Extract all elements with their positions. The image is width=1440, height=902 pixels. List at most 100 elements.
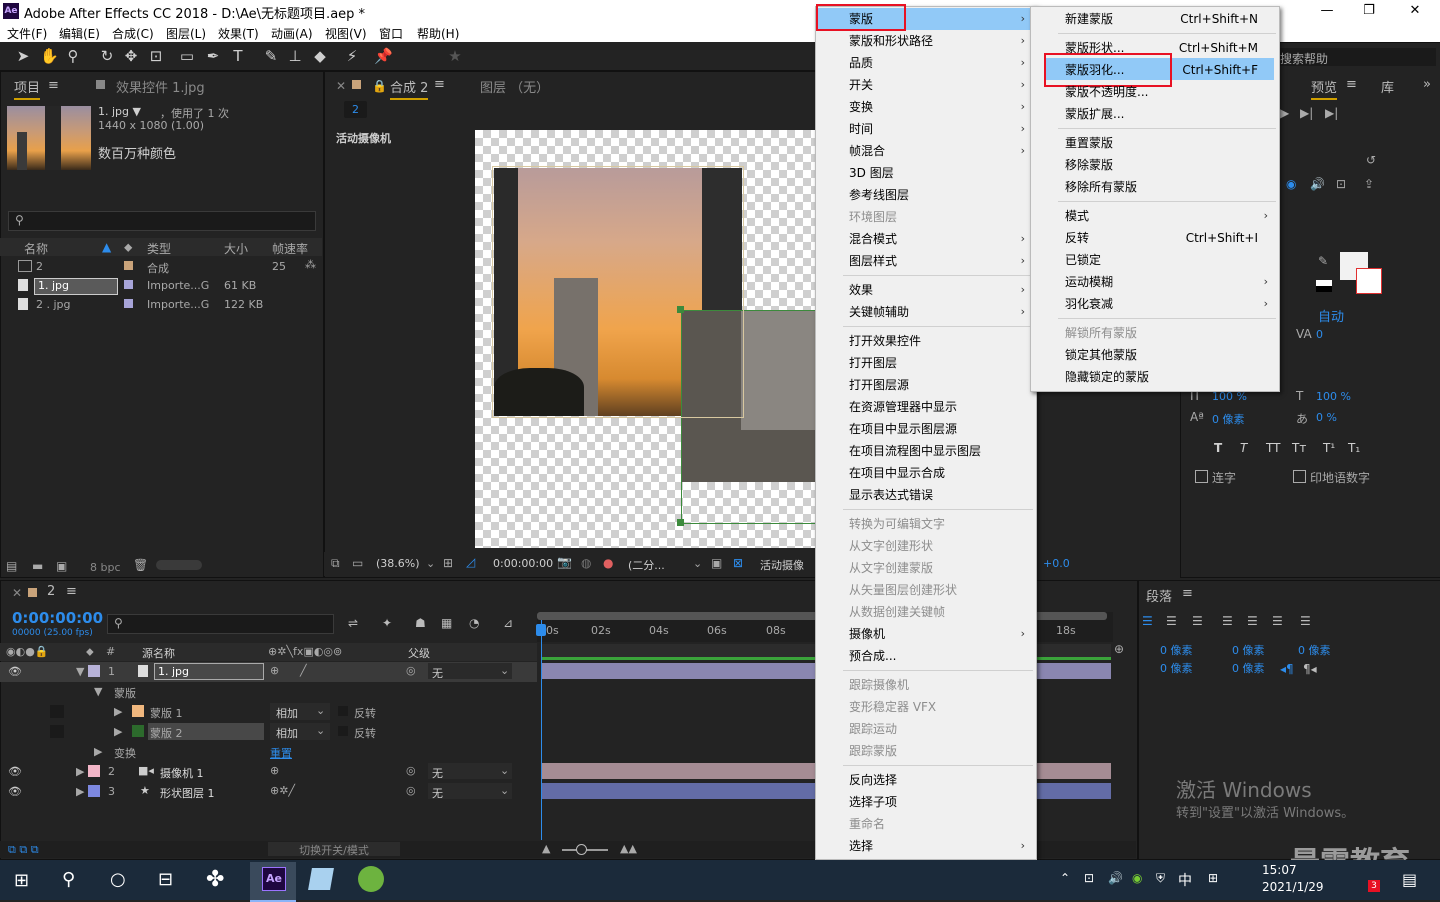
audio-toggle-icon[interactable]: 🔊 [1310, 177, 1325, 191]
timeline-search-input[interactable]: ⚲ [107, 614, 334, 634]
eyedropper-icon[interactable]: ✎ [1318, 254, 1328, 268]
last-frame-icon[interactable]: ▶| [1325, 106, 1338, 120]
expand-icon[interactable]: ▶ [76, 765, 84, 778]
chevron-down-icon[interactable]: ⌄ [426, 557, 435, 570]
project-tab[interactable]: 项目 [14, 77, 41, 100]
justify-center-icon[interactable]: ☰ [1247, 614, 1258, 628]
tab-menu-icon[interactable]: ≡ [1182, 586, 1193, 601]
context-menu-item[interactable]: 变换 [849, 96, 873, 118]
pickwhip-icon[interactable]: ◎ [406, 784, 416, 797]
chevron-down-icon[interactable]: ⌄ [316, 704, 325, 717]
playhead[interactable] [541, 620, 542, 840]
maximize-button[interactable]: ❐ [1346, 0, 1392, 22]
show-channel-icon[interactable]: ◍ [581, 556, 591, 570]
context-menu-item[interactable]: 开关 [849, 74, 873, 96]
play-icon[interactable]: ▶ [1280, 106, 1289, 120]
context-menu-item[interactable]: 在资源管理器中显示 [849, 396, 957, 418]
comp-tab[interactable]: 合成 2 [390, 77, 429, 100]
zoom-dropdown[interactable]: (38.6%) [376, 557, 420, 570]
lock-toggle[interactable] [50, 705, 64, 718]
clone-stamp-tool-icon[interactable]: ⊥ [286, 47, 304, 65]
layer-row[interactable]: 👁 ▶ 3 ★ 形状图层 1 ⊕✲╱ ◎ 无 ⌄ [0, 782, 537, 802]
submenu-item[interactable]: 新建蒙版 [1065, 8, 1113, 30]
collapse-icon[interactable]: ▼ [76, 665, 84, 678]
text-tool-icon[interactable]: T [229, 47, 247, 65]
pan-behind-tool-icon[interactable]: ⊡ [147, 47, 165, 65]
baseline-shift-value[interactable]: 0 像素 [1212, 411, 1245, 427]
mask-visibility-icon[interactable]: ◿ [466, 555, 475, 569]
pen-tool-icon[interactable]: ✒ [204, 47, 222, 65]
security-icon[interactable]: ⛨ [1156, 871, 1165, 886]
space-before[interactable]: 0 像素 [1232, 642, 1265, 658]
close-button[interactable]: ✕ [1392, 0, 1438, 22]
menu-edit[interactable]: 编辑(E) [59, 25, 100, 42]
submenu-item[interactable]: 蒙版羽化... [1065, 59, 1124, 81]
minimize-button[interactable]: — [1304, 0, 1350, 22]
item-name[interactable]: 1. jpg ▼ [98, 105, 141, 118]
mask-vertex-handle[interactable] [677, 306, 684, 313]
context-menu-item[interactable]: 品质 [849, 52, 873, 74]
space-after[interactable]: 0 像素 [1232, 660, 1265, 676]
timeline-tab[interactable]: 2 [47, 584, 55, 599]
menu-layer[interactable]: 图层(L) [166, 25, 206, 42]
context-menu-item[interactable]: 时间 [849, 118, 873, 140]
faux-bold-icon[interactable]: T [1214, 441, 1222, 455]
submenu-item[interactable]: 已锁定 [1065, 249, 1101, 271]
menu-view[interactable]: 视图(V) [325, 25, 367, 42]
effects-tab[interactable]: 效果控件 1.jpg [116, 77, 205, 96]
mask-row[interactable]: ▶ 蒙版 1 相加 ⌄ 反转 [0, 702, 537, 722]
puppet-pin-tool-icon[interactable]: 📌 [374, 47, 393, 65]
watermelon-app-icon[interactable] [358, 866, 384, 892]
lock-toggle[interactable] [50, 725, 64, 738]
invert-checkbox[interactable] [338, 726, 348, 736]
submenu-item[interactable]: 移除蒙版 [1065, 154, 1113, 176]
current-time[interactable]: 0:00:00:00 [493, 557, 553, 570]
project-row[interactable]: 2 合成 25 ⁂ [0, 258, 322, 276]
context-menu-item[interactable]: 关键帧辅助 [849, 301, 909, 323]
monitor-icon[interactable]: ▭ [352, 556, 363, 570]
reset-icon[interactable]: ↺ [1366, 153, 1376, 167]
shy-layers-icon[interactable]: ☗ [415, 616, 426, 630]
trash-icon[interactable]: 🗑 [133, 558, 148, 572]
tab-menu-icon[interactable]: ≡ [48, 78, 59, 93]
project-search-input[interactable]: ⚲ [8, 211, 316, 231]
lock-icon[interactable]: 🔒 [372, 79, 387, 93]
eye-icon[interactable]: 👁 [8, 785, 22, 798]
preview-tab[interactable]: 预览 [1311, 77, 1338, 100]
horizontal-scale-value[interactable]: 100 % [1316, 390, 1351, 403]
draft-3d-icon[interactable]: ✦ [382, 616, 392, 630]
playhead-handle[interactable] [536, 624, 546, 636]
eye-icon[interactable]: 👁 [8, 765, 22, 778]
zoom-in-icon[interactable]: ▲▲ [620, 842, 637, 855]
view-dropdown[interactable]: 活动摄像 [760, 557, 804, 573]
network-icon[interactable]: ⊡ [1084, 871, 1094, 885]
cortana-icon[interactable]: ○ [110, 869, 126, 890]
mask-color[interactable] [132, 725, 144, 737]
graph-editor-icon[interactable]: ⊿ [503, 616, 513, 630]
indent-right[interactable]: 0 像素 [1298, 642, 1331, 658]
rectangle-tool-icon[interactable]: ▭ [178, 47, 196, 65]
layer-color-label[interactable] [88, 665, 100, 677]
camera-tool-icon[interactable]: ✥ [122, 47, 140, 65]
transparency-grid-icon[interactable]: ⊠ [733, 556, 743, 570]
windows-start-icon[interactable]: ⊞ [14, 870, 29, 891]
indent-left[interactable]: 0 像素 [1160, 642, 1193, 658]
transform-row[interactable]: ▶ 变换 重置 [0, 742, 537, 762]
bpc-label[interactable]: 8 bpc [90, 561, 121, 574]
chevron-down-icon[interactable]: ⌄ [500, 664, 509, 677]
kerning-value[interactable]: 0 [1316, 328, 1323, 341]
overlay-icon[interactable]: ⊡ [1336, 177, 1346, 191]
shy-icon[interactable]: ⊕✲╱ [270, 784, 295, 797]
label-col-icon[interactable]: ⬥ [124, 240, 132, 255]
col-type[interactable]: 类型 [147, 240, 171, 257]
project-row[interactable]: 2 . jpg Importe...G 122 KB [0, 296, 322, 314]
step-forward-icon[interactable]: ▶| [1300, 106, 1313, 120]
context-menu-item[interactable]: 3D 图层 [849, 162, 894, 184]
expand-icon[interactable]: ▶ [94, 745, 102, 758]
masks-group-row[interactable]: ▼ 蒙版 [0, 682, 537, 702]
zoom-tool-icon[interactable]: ⚲ [64, 47, 82, 65]
chevron-down-icon[interactable]: ⌄ [500, 764, 509, 777]
parent-col[interactable]: 父级 [408, 645, 430, 661]
superscript-icon[interactable]: T¹ [1323, 441, 1335, 455]
quality-icon[interactable]: ╱ [300, 664, 307, 677]
